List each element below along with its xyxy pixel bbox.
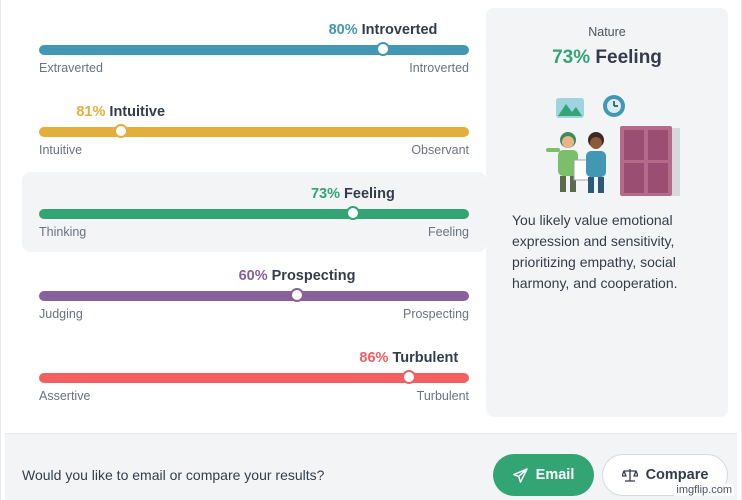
trait-right-label: Observant xyxy=(411,143,469,157)
trait-bar xyxy=(39,291,469,301)
trait-row-introverted[interactable]: 80% Introverted Extraverted Introverted xyxy=(22,8,486,88)
trait-heading: 73% Feeling xyxy=(311,186,395,202)
trait-bar xyxy=(39,127,469,137)
trait-name: Introverted xyxy=(361,22,438,38)
card-title-percent: 73% xyxy=(552,47,591,68)
email-button[interactable]: Email xyxy=(493,454,594,496)
trait-name: Prospecting xyxy=(271,268,356,284)
trait-indicator xyxy=(345,206,360,220)
share-question: Would you like to email or compare your … xyxy=(22,467,325,483)
trait-name: Intuitive xyxy=(109,104,166,120)
trait-heading: 80% Introverted xyxy=(329,22,438,38)
trait-row-prospecting[interactable]: 60% Prospecting Judging Prospecting xyxy=(22,254,486,334)
card-title-name: Feeling xyxy=(595,47,662,68)
trait-right-label: Turbulent xyxy=(416,389,469,403)
trait-right-label: Prospecting xyxy=(402,307,469,321)
trait-left-label: Extraverted xyxy=(39,61,103,75)
card-title: 73% Feeling xyxy=(486,47,728,69)
feeling-illustration xyxy=(546,95,680,196)
trait-row-intuitive[interactable]: 81% Intuitive Intuitive Observant xyxy=(22,90,486,170)
trait-name: Feeling xyxy=(344,186,395,202)
trait-percent: 81% xyxy=(76,104,106,120)
trait-heading: 86% Turbulent xyxy=(359,350,458,366)
card-kicker: Nature xyxy=(588,25,626,39)
trait-bar xyxy=(39,209,469,219)
trait-row-feeling[interactable]: 73% Feeling Thinking Feeling xyxy=(22,172,486,252)
trait-percent: 86% xyxy=(359,350,389,366)
trait-row-turbulent[interactable]: 86% Turbulent Assertive Turbulent xyxy=(22,336,486,416)
trait-left-label: Intuitive xyxy=(39,143,83,157)
trait-percent: 80% xyxy=(328,22,358,38)
trait-indicator xyxy=(290,288,304,302)
trait-detail-card: Nature 73% Feeling You likely value emot… xyxy=(486,8,728,417)
trait-bar xyxy=(39,45,469,55)
trait-left-label: Thinking xyxy=(39,225,87,239)
trait-right-label: Feeling xyxy=(428,225,469,239)
trait-name: Turbulent xyxy=(392,350,459,366)
compare-button-label: Compare xyxy=(645,467,709,483)
trait-indicator xyxy=(376,42,390,56)
trait-right-label: Introverted xyxy=(409,61,469,75)
trait-percent: 73% xyxy=(310,186,341,202)
trait-indicator xyxy=(401,370,416,384)
email-button-label: Email xyxy=(535,467,575,483)
scale-icon xyxy=(621,468,638,482)
trait-heading: 81% Intuitive xyxy=(76,104,165,120)
trait-percent: 60% xyxy=(238,268,268,284)
card-description: You likely value emotional expression an… xyxy=(512,212,678,291)
send-icon xyxy=(512,467,528,483)
watermark: imgflip.com xyxy=(674,484,734,496)
trait-left-label: Judging xyxy=(39,307,83,321)
trait-left-label: Assertive xyxy=(39,389,91,403)
share-footer: Would you like to email or compare your … xyxy=(5,433,737,500)
trait-indicator xyxy=(113,124,128,138)
trait-heading: 60% Prospecting xyxy=(239,268,356,284)
